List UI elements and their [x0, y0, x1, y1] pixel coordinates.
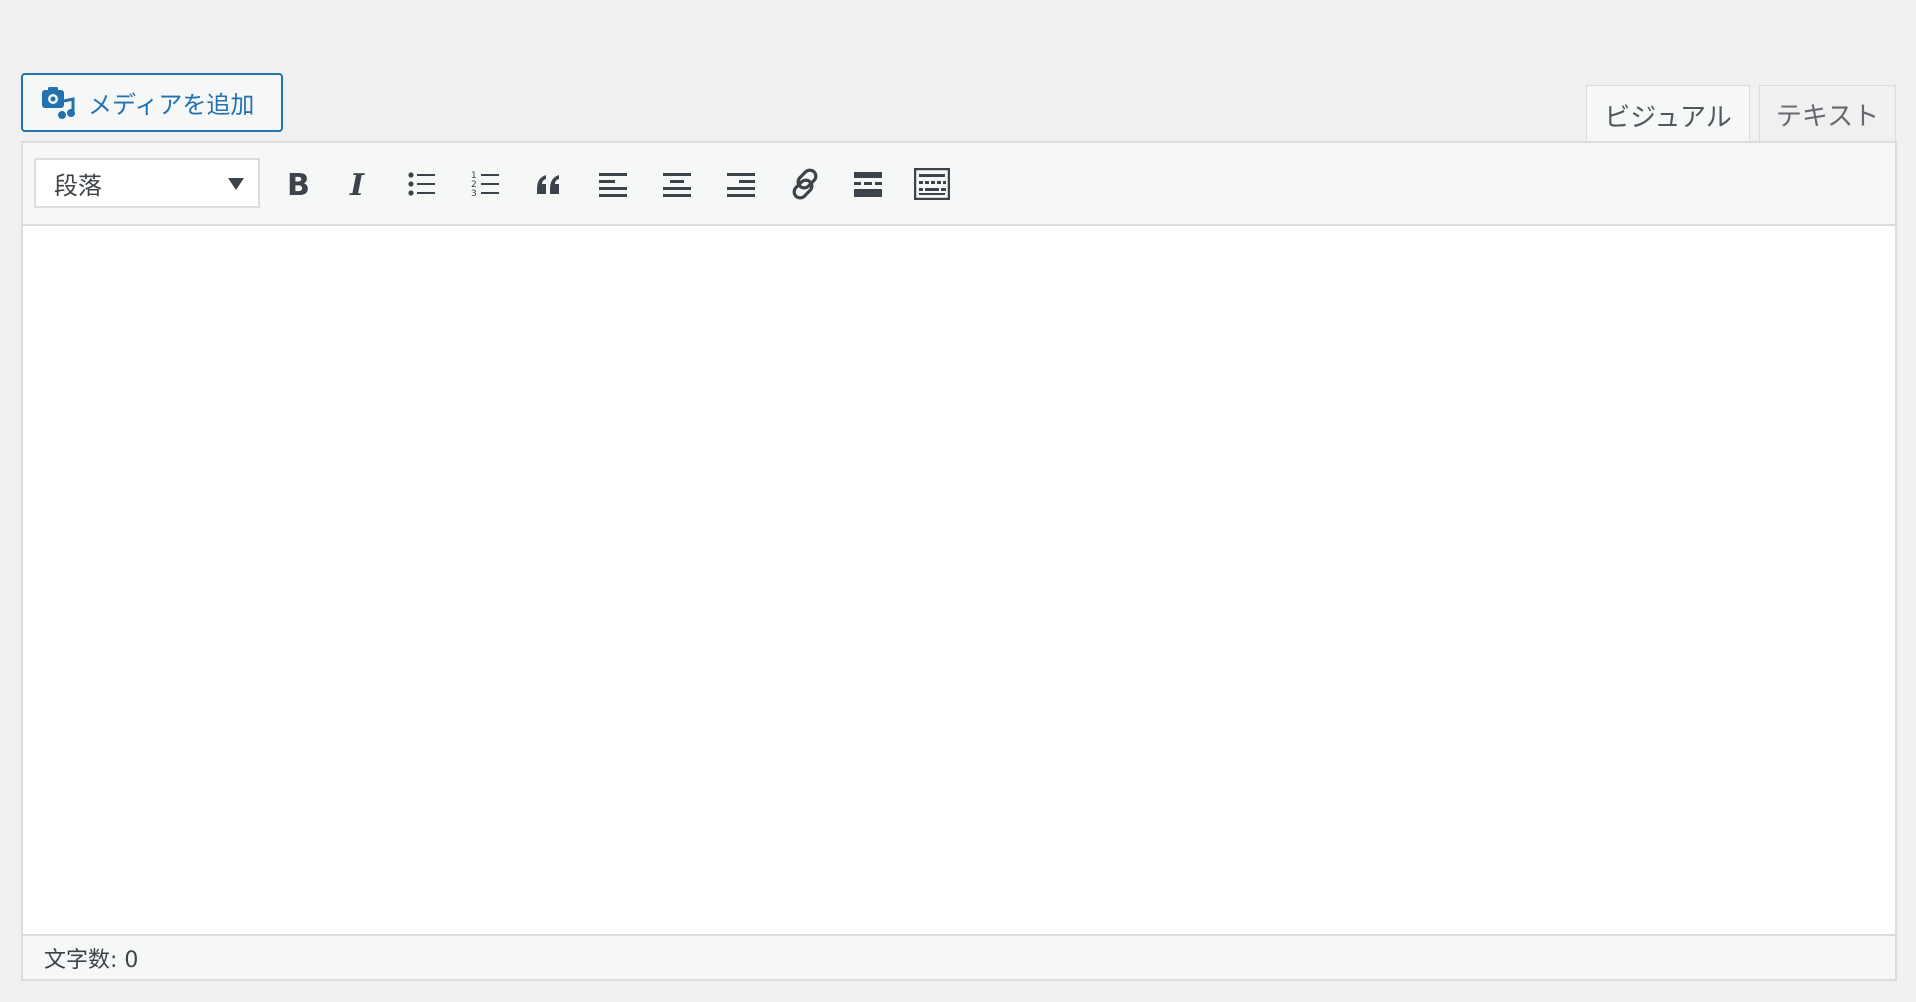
toolbar-toggle-button[interactable] [909, 161, 955, 207]
svg-text:I: I [349, 169, 365, 199]
bulleted-list-icon [407, 169, 437, 199]
numbered-list-icon: 1 2 3 [471, 169, 501, 199]
tab-text[interactable]: テキスト [1759, 85, 1896, 143]
add-media-button[interactable]: メディアを追加 [21, 73, 283, 132]
align-left-button[interactable] [590, 161, 636, 207]
format-select[interactable]: 段落 [34, 158, 260, 208]
link-button[interactable] [782, 161, 828, 207]
numbered-list-button[interactable]: 1 2 3 [463, 161, 509, 207]
italic-button[interactable]: I [336, 161, 382, 207]
bold-icon: B [283, 169, 311, 199]
blockquote-button[interactable] [526, 161, 572, 207]
editor-status-bar: 文字数: 0 [23, 934, 1895, 979]
chevron-down-icon [228, 178, 244, 190]
bulleted-list-button[interactable] [399, 161, 445, 207]
format-select-value: 段落 [54, 171, 102, 200]
add-media-label: メディアを追加 [88, 91, 255, 119]
svg-text:B: B [287, 169, 310, 199]
align-center-button[interactable] [654, 161, 700, 207]
editor-content-area[interactable] [23, 226, 1895, 935]
blockquote-icon [534, 169, 564, 199]
read-more-icon [853, 169, 883, 199]
svg-text:3: 3 [471, 189, 477, 199]
word-count: 文字数: 0 [44, 947, 139, 973]
italic-icon: I [345, 169, 373, 199]
media-add-icon [40, 85, 76, 121]
toolbar-toggle-icon [914, 168, 950, 200]
align-left-icon [598, 169, 628, 199]
tab-visual[interactable]: ビジュアル [1586, 85, 1750, 145]
editor: 段落 B I 1 2 3 文字数: 0 [21, 141, 1897, 981]
bold-button[interactable]: B [274, 161, 320, 207]
editor-toolbar: 段落 B I 1 2 3 [23, 143, 1895, 226]
read-more-button[interactable] [845, 161, 891, 207]
align-right-button[interactable] [718, 161, 764, 207]
link-icon [788, 167, 822, 201]
align-right-icon [726, 169, 756, 199]
align-center-icon [662, 169, 692, 199]
